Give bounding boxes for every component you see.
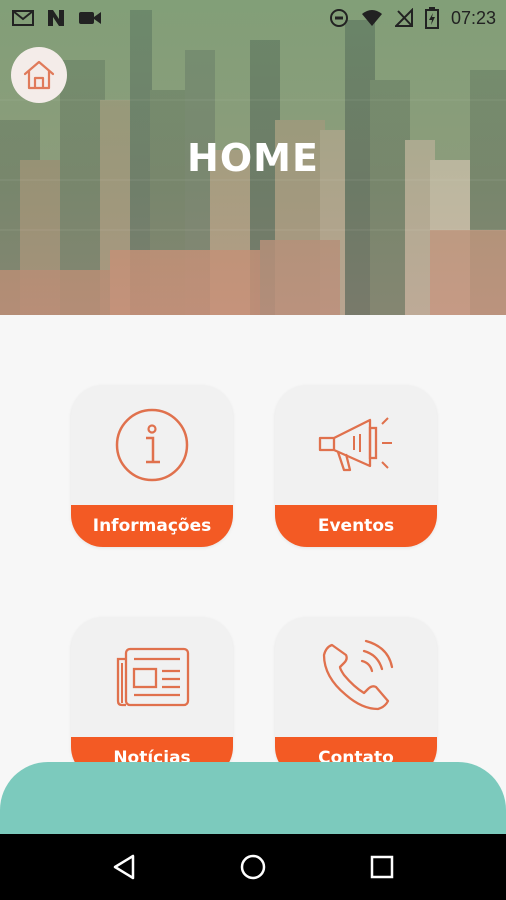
- megaphone-icon: [318, 417, 392, 472]
- back-button[interactable]: [104, 847, 144, 887]
- home-circle-icon: [240, 854, 266, 880]
- recents-icon: [370, 855, 393, 879]
- tile-label: Eventos: [275, 505, 437, 547]
- info-icon: [115, 408, 189, 482]
- back-icon: [114, 854, 135, 880]
- page-title: HOME: [187, 136, 319, 180]
- tile-label: Informações: [71, 505, 233, 547]
- home-nav-button[interactable]: [233, 847, 273, 887]
- no-signal-icon: [394, 8, 413, 27]
- gmail-icon: [12, 10, 34, 26]
- status-left-icons: [12, 9, 102, 27]
- phone-icon: [322, 639, 394, 711]
- status-right-icons: 07:23: [329, 7, 496, 29]
- newspaper-icon: [116, 647, 190, 707]
- tile-eventos[interactable]: Eventos: [275, 385, 437, 547]
- system-nav-bar: [0, 834, 506, 900]
- tile-informacoes[interactable]: Informações: [71, 385, 233, 547]
- status-bar: 07:23: [0, 0, 506, 36]
- battery-icon: [424, 7, 439, 29]
- tile-contato[interactable]: Contato: [275, 617, 437, 779]
- bottom-sheet[interactable]: [0, 762, 506, 834]
- header-banner: 07:23 HOME: [0, 0, 506, 315]
- video-icon: [79, 12, 101, 24]
- status-time: 07:23: [450, 7, 496, 28]
- wifi-icon: [361, 10, 382, 26]
- data-saver-icon: [329, 9, 348, 27]
- home-button[interactable]: [11, 47, 67, 103]
- home-icon: [23, 60, 55, 90]
- recents-button[interactable]: [362, 847, 402, 887]
- n-app-icon: [48, 10, 64, 26]
- tile-noticias[interactable]: Notícias: [71, 617, 233, 779]
